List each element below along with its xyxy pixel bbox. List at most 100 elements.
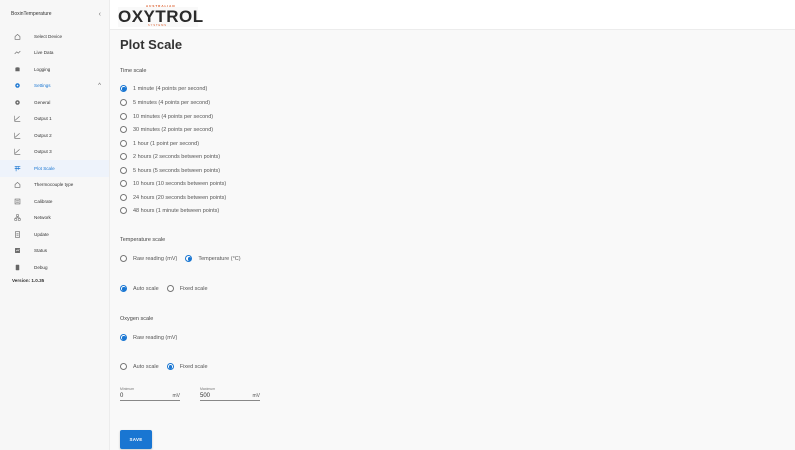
sidebar: BoxinTemperature ‹ Select Device Live Da… xyxy=(0,0,110,450)
sidebar-item-label: Calibrate xyxy=(34,198,53,204)
radio-label: 10 minutes (4 points per second) xyxy=(133,113,214,120)
radio[interactable] xyxy=(120,194,127,201)
radio[interactable] xyxy=(166,285,174,292)
home-icon xyxy=(13,181,21,189)
sidebar-item-settings[interactable]: Settings ^ xyxy=(0,78,109,95)
time-scale-option-3[interactable]: 30 minutes (2 points per second) xyxy=(120,126,213,133)
radio-checked[interactable] xyxy=(120,85,127,92)
plot-scale-icon xyxy=(13,164,21,172)
time-scale-option-0[interactable]: 1 minute (4 points per second) xyxy=(120,85,207,92)
chevron-up-icon: ^ xyxy=(98,82,101,89)
radio[interactable] xyxy=(120,363,127,370)
oxygen-mode-raw[interactable]: Raw reading (mV) xyxy=(120,334,177,341)
sidebar-item-label: Network xyxy=(34,215,51,221)
time-scale-option-4[interactable]: 1 hour (1 point per second) xyxy=(120,140,199,147)
sidebar-item-label: Output 1 xyxy=(34,116,52,122)
radio[interactable] xyxy=(120,167,127,174)
oxygen-fixed-scale[interactable]: Fixed scale xyxy=(166,363,208,370)
temperature-auto-scale[interactable]: Auto scale xyxy=(120,285,159,292)
radio[interactable] xyxy=(120,153,127,160)
chevron-left-icon[interactable]: ‹ xyxy=(99,11,101,18)
temperature-scale-label: Temperature scale xyxy=(120,237,166,243)
radio[interactable] xyxy=(120,113,127,120)
time-scale-option-8[interactable]: 24 hours (20 seconds between points) xyxy=(120,194,226,201)
sidebar-item-label: Status xyxy=(34,248,48,254)
radio[interactable] xyxy=(120,126,127,133)
radio-label: 2 hours (2 seconds between points) xyxy=(133,153,221,160)
sidebar-item-thermocouple-type[interactable]: Thermocouple type xyxy=(0,177,109,194)
temperature-fixed-scale[interactable]: Fixed scale xyxy=(166,285,208,292)
brand-logo: AUSTRALIAN OXYTROL SYSTEMS xyxy=(118,3,203,27)
radio-label: Fixed scale xyxy=(179,363,208,370)
radio[interactable] xyxy=(120,99,127,106)
radio-label: 24 hours (20 seconds between points) xyxy=(133,194,227,201)
sidebar-title: BoxinTemperature xyxy=(11,11,52,17)
maximum-field[interactable]: Maximum 500 mV xyxy=(200,387,260,401)
sidebar-item-update[interactable]: Update xyxy=(0,226,109,243)
sidebar-item-live-data[interactable]: Live Data xyxy=(0,45,109,62)
update-icon xyxy=(13,230,21,238)
time-scale-option-2[interactable]: 10 minutes (4 points per second) xyxy=(120,113,213,120)
trend-icon xyxy=(13,49,21,57)
sidebar-item-logging[interactable]: Logging xyxy=(0,61,109,78)
time-scale-option-7[interactable]: 10 hours (10 seconds between points) xyxy=(120,180,226,187)
oxygen-auto-scale[interactable]: Auto scale xyxy=(120,363,159,370)
sidebar-item-output-2[interactable]: Output 2 xyxy=(0,127,109,144)
save-button[interactable]: SAVE xyxy=(120,430,152,449)
sidebar-item-output-3[interactable]: Output 3 xyxy=(0,144,109,161)
radio[interactable] xyxy=(120,180,127,187)
temperature-mode-celsius[interactable]: Temperature (°C) xyxy=(185,255,241,262)
time-scale-option-9[interactable]: 48 hours (1 minute between points) xyxy=(120,207,219,214)
time-scale-option-6[interactable]: 5 hours (5 seconds between points) xyxy=(120,167,220,174)
radio-checked[interactable] xyxy=(166,363,174,370)
radio-checked[interactable] xyxy=(120,285,127,292)
radio-label: Auto scale xyxy=(133,285,159,292)
radio[interactable] xyxy=(120,255,127,262)
minimum-unit: mV xyxy=(172,393,181,399)
maximum-input[interactable]: 500 mV xyxy=(200,393,260,401)
gear-icon xyxy=(13,98,21,106)
radio-label: Auto scale xyxy=(133,363,159,370)
time-scale-option-5[interactable]: 2 hours (2 seconds between points) xyxy=(120,153,220,160)
sidebar-item-calibrate[interactable]: Calibrate xyxy=(0,193,109,210)
maximum-value: 500 xyxy=(200,393,211,399)
sidebar-item-status[interactable]: Status xyxy=(0,243,109,260)
sidebar-item-label: Output 3 xyxy=(34,149,52,155)
radio-checked[interactable] xyxy=(120,334,127,341)
time-scale-label: Time scale xyxy=(120,68,147,74)
sidebar-item-plot-scale[interactable]: Plot Scale xyxy=(0,160,109,177)
chart-line-icon xyxy=(13,131,21,139)
radio[interactable] xyxy=(120,140,127,147)
sidebar-item-general[interactable]: General xyxy=(0,94,109,111)
sidebar-item-label: Output 2 xyxy=(34,132,52,138)
temperature-mode-group: Raw reading (mV) Temperature (°C) xyxy=(120,255,249,262)
maximum-field-label: Maximum xyxy=(200,387,216,391)
maximum-unit: mV xyxy=(252,393,261,399)
sidebar-header: BoxinTemperature ‹ xyxy=(0,0,109,28)
radio-checked[interactable] xyxy=(185,255,193,262)
oxygen-mode-group: Raw reading (mV) xyxy=(120,334,185,341)
sidebar-item-output-1[interactable]: Output 1 xyxy=(0,111,109,128)
temperature-mode-raw[interactable]: Raw reading (mV) xyxy=(120,255,177,262)
sidebar-item-label: Plot Scale xyxy=(34,165,55,171)
oxygen-scale-label: Oxygen scale xyxy=(120,316,154,322)
debug-icon xyxy=(13,263,21,271)
sidebar-item-label: Logging xyxy=(34,66,51,72)
sidebar-item-debug[interactable]: Debug xyxy=(0,259,109,276)
time-scale-option-1[interactable]: 5 minutes (4 points per second) xyxy=(120,99,210,106)
brand-bottom-text: SYSTEMS xyxy=(148,24,167,27)
radio-label: Fixed scale xyxy=(179,285,208,292)
sidebar-item-label: Update xyxy=(34,231,49,237)
chart-line-icon xyxy=(13,115,21,123)
radio[interactable] xyxy=(120,207,127,214)
chart-line-icon xyxy=(13,148,21,156)
sidebar-item-network[interactable]: Network xyxy=(0,210,109,227)
sidebar-item-select-device[interactable]: Select Device xyxy=(0,28,109,45)
version-label: Version: 1.0.35 xyxy=(12,277,45,283)
top-bar: AUSTRALIAN OXYTROL SYSTEMS xyxy=(110,0,795,30)
sidebar-item-label: Live Data xyxy=(34,50,54,56)
sidebar-item-label: General xyxy=(34,99,51,105)
minimum-field[interactable]: Minimum 0 mV xyxy=(120,387,180,401)
minimum-input[interactable]: 0 mV xyxy=(120,393,180,401)
minimum-value: 0 xyxy=(120,393,124,399)
